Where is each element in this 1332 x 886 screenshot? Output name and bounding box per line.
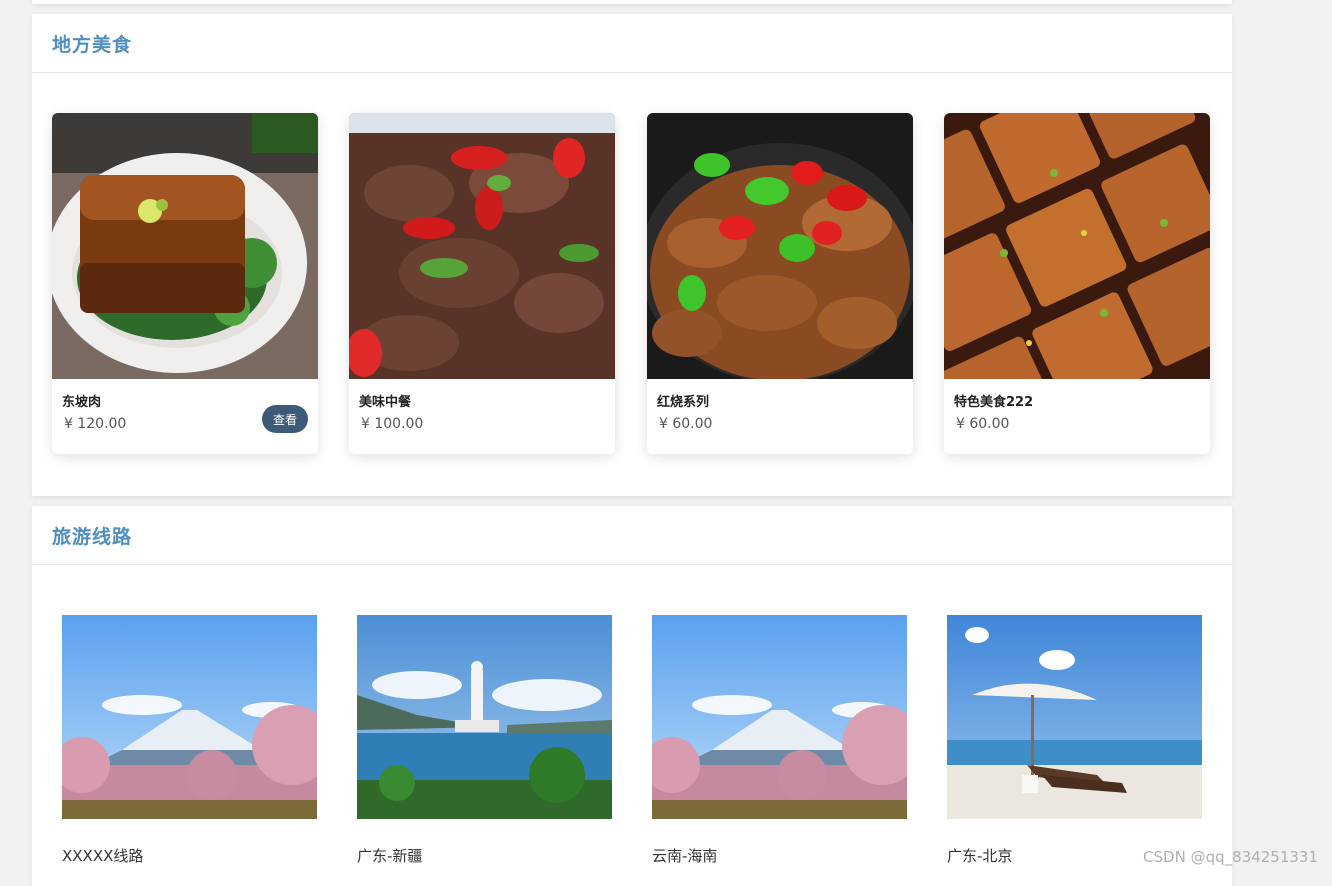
tour-card[interactable]: 广东-北京 [947,615,1202,865]
food-card[interactable]: 美味中餐 ¥ 100.00 [349,113,615,454]
tour-name: 云南-海南 [652,847,718,865]
food-price: ¥ 120.00 [64,416,127,432]
food-card[interactable]: 红烧系列 ¥ 60.00 [647,113,913,454]
previous-section-panel [32,0,1232,4]
food-price: ¥ 100.00 [361,416,424,432]
food-image[interactable] [349,113,615,379]
food-name: 红烧系列 [657,395,710,410]
view-button[interactable]: 查看 [262,405,308,433]
food-name: 美味中餐 [359,395,412,410]
tour-name: 广东-新疆 [357,847,423,865]
tour-name: 广东-北京 [947,847,1013,865]
tour-section-header: 旅游线路 [32,506,1232,565]
food-section-title: 地方美食 [52,33,133,56]
food-section: 地方美食 东坡肉 ¥ 120.00 查看 美味中餐 ¥ 100.00 红烧系列 … [32,14,1232,496]
food-name: 东坡肉 [62,395,102,410]
food-image[interactable] [944,113,1210,379]
food-image[interactable] [647,113,913,379]
food-card[interactable]: 东坡肉 ¥ 120.00 查看 [52,113,318,454]
tour-image[interactable] [357,615,612,819]
food-image[interactable] [52,113,318,379]
food-price: ¥ 60.00 [956,416,1010,432]
tour-card[interactable]: XXXXX线路 [62,615,317,865]
food-card[interactable]: 特色美食222 ¥ 60.00 [944,113,1210,454]
tour-image[interactable] [62,615,317,819]
tour-card[interactable]: 广东-新疆 [357,615,612,865]
tour-image[interactable] [652,615,907,819]
tour-section: 旅游线路 XXXXX线路 广东-新疆 云南-海南 广东-北京 [32,506,1232,886]
food-name: 特色美食222 [954,395,1034,410]
tour-section-title: 旅游线路 [52,525,133,548]
food-price: ¥ 60.00 [659,416,713,432]
tour-image[interactable] [947,615,1202,819]
tour-card[interactable]: 云南-海南 [652,615,907,865]
tour-name: XXXXX线路 [62,847,144,865]
food-section-header: 地方美食 [32,14,1232,73]
watermark: CSDN @qq_834251331 [1143,848,1318,866]
